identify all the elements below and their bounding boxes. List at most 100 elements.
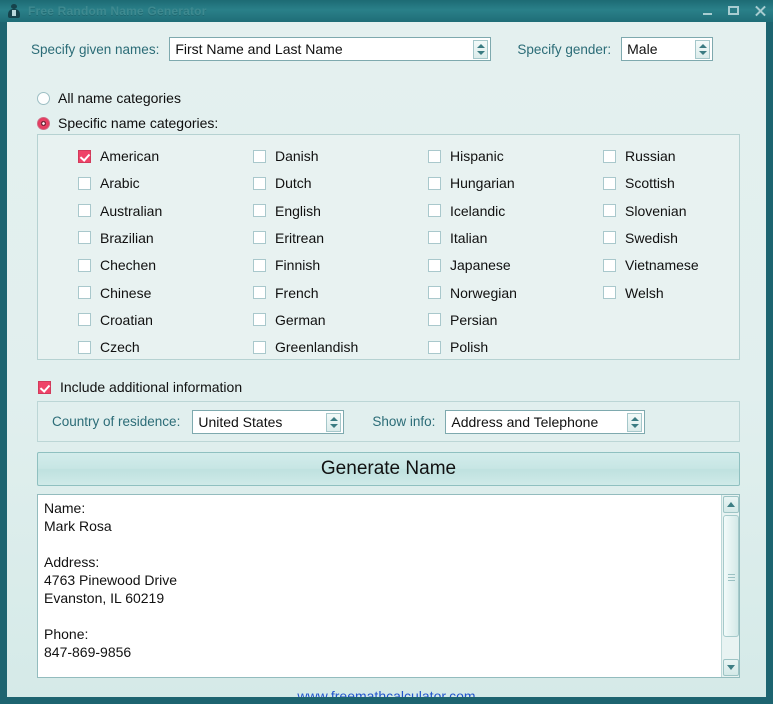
checkbox-icon <box>428 286 441 299</box>
category-label: Norwegian <box>450 284 517 301</box>
given-names-value: First Name and Last Name <box>175 41 343 57</box>
checkbox-icon <box>603 286 616 299</box>
website-link[interactable]: www.freemathcalculator.com <box>7 688 766 697</box>
category-label: Arabic <box>100 175 140 192</box>
category-label: Dutch <box>275 175 312 192</box>
radio-circle-selected-icon <box>37 116 50 130</box>
window-controls <box>701 0 767 22</box>
spinner-arrows-icon[interactable] <box>473 40 489 59</box>
category-groupbox: American Arabic Australian Brazilian Chechen… <box>37 134 740 360</box>
category-checkbox-chinese[interactable]: Chinese <box>78 285 151 301</box>
category-label: English <box>275 202 321 219</box>
checkbox-icon <box>253 149 266 163</box>
category-checkbox-japanese[interactable]: Japanese <box>428 257 511 273</box>
include-additional-info-checkbox[interactable]: Include additional information <box>38 379 242 395</box>
checkbox-icon <box>78 313 91 327</box>
category-checkbox-norwegian[interactable]: Norwegian <box>428 285 517 301</box>
category-checkbox-hungarian[interactable]: Hungarian <box>428 175 515 191</box>
category-checkbox-american[interactable]: American <box>78 148 159 164</box>
result-text: Name: Mark Rosa Address: 4763 Pinewood D… <box>44 500 178 660</box>
category-checkbox-french[interactable]: French <box>253 285 319 301</box>
radio-specific-categories[interactable]: Specific name categories: <box>37 115 218 131</box>
category-label: Danish <box>275 148 319 164</box>
category-label: Hungarian <box>450 175 515 192</box>
category-checkbox-dutch[interactable]: Dutch <box>253 175 312 191</box>
category-checkbox-polish[interactable]: Polish <box>428 339 488 355</box>
checkbox-icon <box>78 204 91 218</box>
checkbox-icon <box>78 340 91 354</box>
radio-specific-label: Specific name categories: <box>58 115 219 131</box>
category-label: Slovenian <box>625 202 687 219</box>
category-label: German <box>275 311 326 328</box>
checkbox-icon <box>603 204 616 218</box>
spinner-arrows-icon[interactable] <box>326 412 342 432</box>
category-label: Hispanic <box>450 148 504 164</box>
generate-name-button[interactable]: Generate Name <box>37 452 740 486</box>
minimize-button[interactable] <box>701 4 715 18</box>
category-checkbox-hispanic[interactable]: Hispanic <box>428 148 504 164</box>
category-label: Vietnamese <box>625 257 699 274</box>
scroll-down-icon[interactable] <box>723 659 739 676</box>
country-value: United States <box>198 413 283 430</box>
category-checkbox-persian[interactable]: Persian <box>428 312 497 328</box>
category-checkbox-welsh[interactable]: Welsh <box>603 285 664 301</box>
category-checkbox-finnish[interactable]: Finnish <box>253 257 320 273</box>
category-checkbox-scottish[interactable]: Scottish <box>603 175 675 191</box>
category-checkbox-croatian[interactable]: Croatian <box>78 312 153 328</box>
category-checkbox-eritrean[interactable]: Eritrean <box>253 230 324 246</box>
showinfo-value: Address and Telephone <box>451 413 599 430</box>
category-checkbox-icelandic[interactable]: Icelandic <box>428 203 505 219</box>
spinner-arrows-icon[interactable] <box>695 40 711 59</box>
checkbox-icon <box>428 313 441 327</box>
category-checkbox-australian[interactable]: Australian <box>78 203 162 219</box>
title-bar: Free Random Name Generator <box>0 0 773 22</box>
include-additional-info-label: Include additional information <box>60 379 243 395</box>
category-checkbox-czech[interactable]: Czech <box>78 339 140 355</box>
category-checkbox-greenlandish[interactable]: Greenlandish <box>253 339 358 355</box>
result-scrollbar[interactable] <box>721 495 739 677</box>
category-checkbox-brazilian[interactable]: Brazilian <box>78 230 154 246</box>
checkbox-icon <box>603 176 616 190</box>
checkbox-icon <box>253 204 266 218</box>
scrollbar-thumb[interactable] <box>723 515 739 637</box>
gender-select[interactable]: Male <box>621 37 714 61</box>
category-label: Eritrean <box>275 229 325 246</box>
checkbox-icon <box>428 204 441 218</box>
showinfo-select[interactable]: Address and Telephone <box>445 409 646 434</box>
category-label: Polish <box>450 339 489 356</box>
country-label: Country of residence: <box>52 414 181 429</box>
gender-value: Male <box>627 41 658 57</box>
category-label: Swedish <box>625 229 678 246</box>
scrollbar-grip-icon <box>728 574 735 581</box>
close-button[interactable] <box>753 4 767 18</box>
radio-all-categories[interactable]: All name categories <box>37 90 181 106</box>
category-checkbox-vietnamese[interactable]: Vietnamese <box>603 257 699 273</box>
checkbox-icon <box>253 340 266 354</box>
category-checkbox-english[interactable]: English <box>253 203 321 219</box>
result-textarea[interactable]: Name: Mark Rosa Address: 4763 Pinewood D… <box>37 494 740 678</box>
category-label: Scottish <box>625 175 675 192</box>
category-label: Persian <box>450 311 498 328</box>
checkbox-icon <box>603 149 616 163</box>
checkbox-icon <box>253 286 266 299</box>
given-names-select[interactable]: First Name and Last Name <box>169 37 492 61</box>
checkbox-icon <box>78 231 91 245</box>
checkbox-icon <box>428 340 441 354</box>
category-checkbox-arabic[interactable]: Arabic <box>78 175 140 191</box>
category-checkbox-russian[interactable]: Russian <box>603 148 676 164</box>
spinner-arrows-icon[interactable] <box>627 412 643 432</box>
category-checkbox-german[interactable]: German <box>253 312 326 328</box>
country-select[interactable]: United States <box>192 409 345 434</box>
category-checkbox-slovenian[interactable]: Slovenian <box>603 203 687 219</box>
category-checkbox-swedish[interactable]: Swedish <box>603 230 678 246</box>
checkbox-icon <box>603 258 616 272</box>
category-checkbox-danish[interactable]: Danish <box>253 148 319 164</box>
scroll-up-icon[interactable] <box>723 496 739 513</box>
category-label: Chinese <box>100 284 152 301</box>
maximize-button[interactable] <box>727 4 741 18</box>
checkbox-checked-icon <box>38 380 51 394</box>
category-label: Japanese <box>450 257 511 274</box>
category-checkbox-chechen[interactable]: Chechen <box>78 257 156 273</box>
category-label: Australian <box>100 202 163 219</box>
category-checkbox-italian[interactable]: Italian <box>428 230 487 246</box>
